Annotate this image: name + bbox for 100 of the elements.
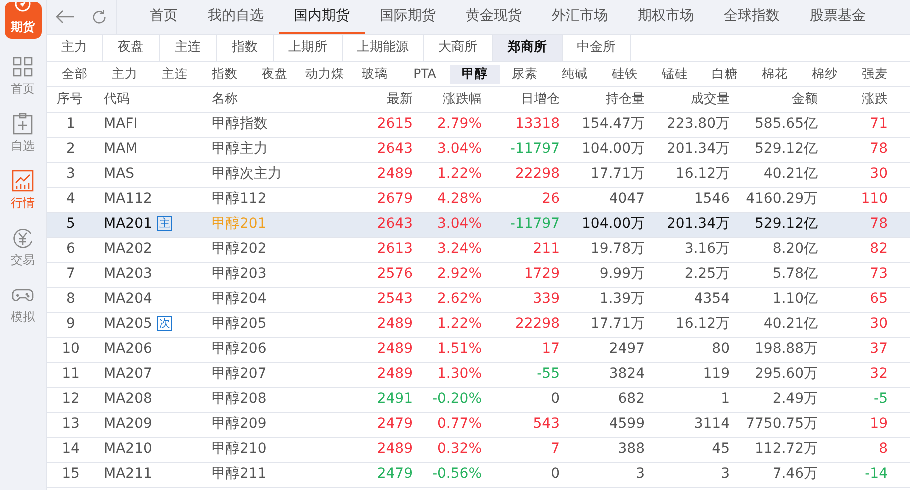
table-cell: 529.12亿 [730,212,818,237]
table-cell: 339 [482,287,560,312]
product-tab[interactable]: 夜盘 [250,64,300,84]
product-tab[interactable]: 棉花 [750,64,800,84]
table-cell: 2.79% [413,112,482,137]
exchange-tab[interactable]: 指数 [217,35,274,61]
table-cell: 甲醇208 [202,387,330,412]
product-tab[interactable]: 锰硅 [650,64,700,84]
exchange-tab[interactable]: 上期能源 [343,35,424,61]
column-header[interactable]: 名称 [202,87,330,112]
exchange-tab[interactable]: 主力 [47,35,103,61]
table-cell: 甲醇206 [202,337,330,362]
table-cell: 10 [47,337,95,362]
tag-badge: 主 [157,216,172,231]
nav-tab[interactable]: 外汇市场 [537,0,623,34]
table-cell: 71 [818,112,888,137]
table-cell: 1.39万 [560,287,645,312]
yen-icon [11,226,35,250]
column-header[interactable]: 涨跌幅 [413,87,482,112]
table-cell: 4160.29万 [730,187,818,212]
product-tab[interactable]: 棉纱 [800,64,850,84]
column-header[interactable]: 涨跌 [818,87,888,112]
table-cell: -11797 [482,212,560,237]
exchange-tab[interactable]: 上期所 [274,35,343,61]
product-tab[interactable]: 玻璃 [350,64,400,84]
nav-tab[interactable]: 股票基金 [795,0,881,34]
table-cell: 22298 [482,162,560,187]
exchange-tab[interactable]: 夜盘 [103,35,160,61]
table-cell: 1546 [645,187,730,212]
product-tab[interactable]: 强麦 [850,64,900,84]
product-tab[interactable]: 甲醇 [450,64,500,84]
table-cell: 3114 [645,412,730,437]
table-cell: 65 [818,287,888,312]
column-header[interactable]: 最新 [330,87,413,112]
table-cell: 甲醇202 [202,237,330,262]
table-cell: -11797 [482,137,560,162]
table-cell: 9.99万 [560,262,645,287]
table-cell: 30 [818,162,888,187]
product-tab[interactable]: 主连 [150,64,200,84]
nav-tab[interactable]: 首页 [135,0,193,34]
nav-tab[interactable]: 我的自选 [193,0,279,34]
refresh-icon[interactable] [91,8,108,26]
back-icon[interactable] [55,10,75,24]
table-cell: 32 [818,362,888,387]
table-cell: 2615 [330,112,413,137]
table-cell: MA207 [95,362,202,387]
table-cell: 78 [818,212,888,237]
table-cell: 4599 [560,412,645,437]
table-cell: 2 [47,137,95,162]
table-cell: 110 [818,187,888,212]
grid-icon [11,55,35,79]
column-header[interactable]: 成交量 [645,87,730,112]
nav-tab[interactable]: 黄金现货 [451,0,537,34]
column-header[interactable]: 金额 [730,87,818,112]
table-cell: MA208 [95,387,202,412]
table-cell: 529.12亿 [730,137,818,162]
table-cell: -0.20% [413,387,482,412]
table-cell: 甲醇204 [202,287,330,312]
table-cell: 9 [47,312,95,337]
table-cell: 2.62% [413,287,482,312]
table-cell: 甲醇201 [202,212,330,237]
nav-tab[interactable]: 国内期货 [279,0,365,34]
product-tab[interactable]: 硅铁 [600,64,650,84]
table-cell: 2489 [330,162,413,187]
table-cell: 2679 [330,187,413,212]
exchange-tab[interactable]: 主连 [160,35,217,61]
product-tab[interactable]: 白糖 [700,64,750,84]
table-cell: 0 [482,462,560,487]
product-tab[interactable]: 指数 [200,64,250,84]
table-cell: 585.65亿 [730,112,818,137]
exchange-tab[interactable]: 中金所 [563,35,631,61]
table-cell: 2489 [330,437,413,462]
app-logo: 期货 [4,2,42,39]
product-tab[interactable]: 纯碱 [550,64,600,84]
column-header[interactable]: 持仓量 [560,87,645,112]
product-tab[interactable]: 动力煤 [300,64,350,84]
column-header[interactable]: 序号 [47,87,95,112]
table-cell: 甲醇207 [202,362,330,387]
product-tab[interactable]: PTA [400,64,450,84]
nav-tab[interactable]: 期权市场 [623,0,709,34]
table-cell: 1.22% [413,312,482,337]
product-tab[interactable]: 主力 [100,64,150,84]
column-header[interactable]: 日增仓 [482,87,560,112]
product-tab[interactable]: 尿素 [500,64,550,84]
exchange-tab[interactable]: 郑商所 [493,35,563,61]
product-tab[interactable]: 全部 [50,64,100,84]
table-cell: 3.04% [413,212,482,237]
table-cell: 2643 [330,137,413,162]
column-header[interactable]: 代码 [95,87,202,112]
table-cell: -55 [482,362,560,387]
table-cell: 2613 [330,237,413,262]
table-cell: 13318 [482,112,560,137]
table-cell: 1.10亿 [730,287,818,312]
nav-tab[interactable]: 全球指数 [709,0,795,34]
nav-tab[interactable]: 国际期货 [365,0,451,34]
table-cell: 104.00万 [560,137,645,162]
table-cell: 3 [560,462,645,487]
table-cell: MAS [95,162,202,187]
table-cell: 甲醇205 [202,312,330,337]
table-cell: 5 [47,212,95,237]
